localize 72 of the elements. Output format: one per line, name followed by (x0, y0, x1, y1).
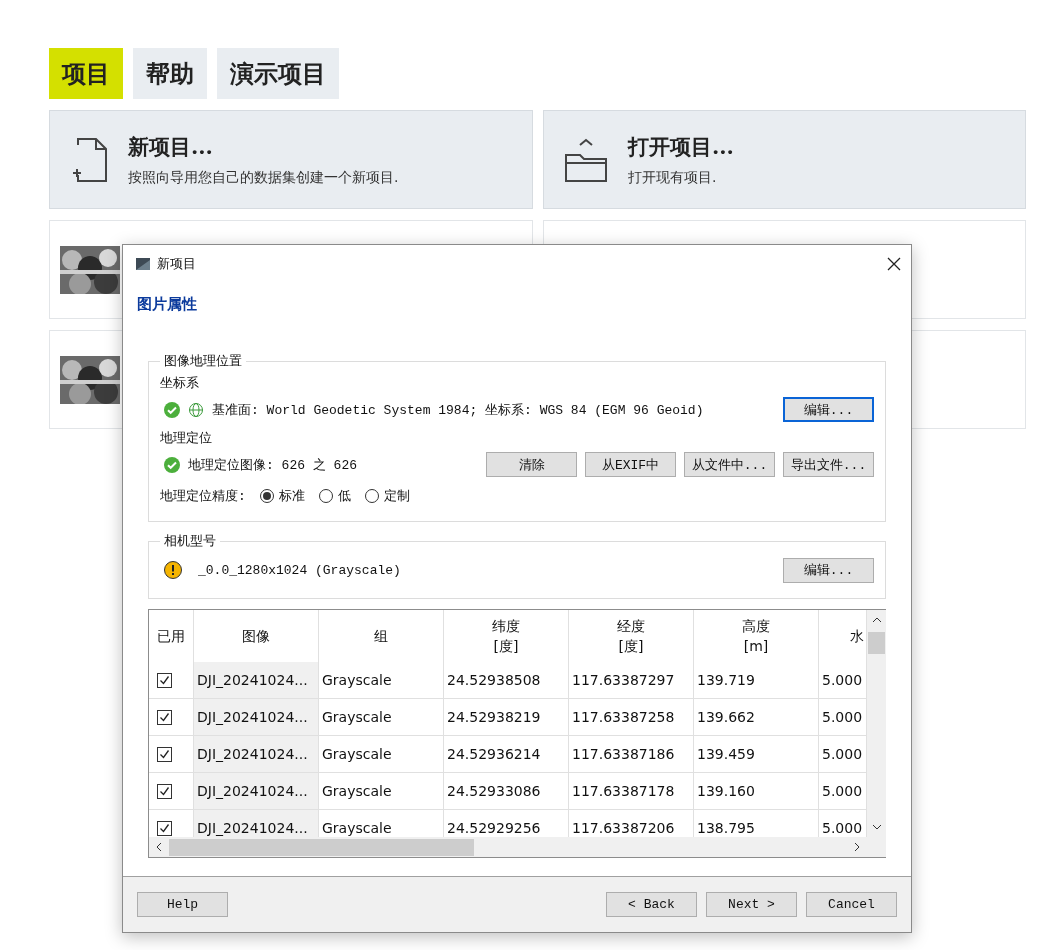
vertical-scrollbar[interactable] (867, 610, 886, 837)
geolocation-button[interactable]: 从文件中... (684, 452, 775, 477)
geolocation-button[interactable]: 从EXIF中 (585, 452, 676, 477)
menu-tab[interactable]: 帮助 (133, 48, 207, 99)
table-cell: Grayscale (319, 662, 444, 699)
action-card[interactable]: 新项目... 按照向导用您自己的数据集创建一个新项目. (49, 110, 533, 209)
group-title: 相机型号 (163, 532, 217, 550)
checkbox[interactable] (157, 746, 172, 762)
globe-icon (188, 401, 204, 418)
table-cell: 24.52938508 (444, 662, 569, 699)
coordinate-system-text: 基准面: World Geodetic System 1984; 坐标系: WGS 84 (EGM 96 Geoid) (212, 401, 704, 419)
table-cell: DJI_20241024... (194, 773, 319, 810)
table-cell: DJI_20241024... (194, 699, 319, 736)
table-cell: 24.52938219 (444, 699, 569, 736)
table-cell: 24.52933086 (444, 773, 569, 810)
action-description: 按照向导用您自己的数据集创建一个新项目. (128, 168, 399, 187)
scroll-thumb[interactable] (868, 632, 885, 654)
table-cell: 117.63387258 (569, 699, 694, 736)
table-cell: Grayscale (319, 736, 444, 773)
geolocation-button[interactable]: 导出文件... (783, 452, 874, 477)
close-icon[interactable] (887, 257, 901, 271)
table-cell: 139.459 (694, 736, 819, 773)
action-card[interactable]: 打开项目... 打开现有项目. (543, 110, 1026, 209)
section-label: 坐标系 (160, 374, 200, 392)
table-cell: Grayscale (319, 699, 444, 736)
accuracy-label: 地理定位精度: (160, 487, 246, 505)
edit-button[interactable]: 编辑... (783, 557, 874, 583)
radio-option[interactable]: 标准 (259, 486, 305, 505)
menu-tab[interactable]: 项目 (49, 48, 123, 99)
table-cell: DJI_20241024... (194, 736, 319, 773)
wizard-button[interactable]: Next > (706, 892, 797, 917)
folder-icon (564, 136, 608, 183)
action-title: 打开项目... (628, 132, 734, 161)
new-file-icon (70, 136, 108, 183)
geolocation-button[interactable]: 清除 (486, 452, 577, 477)
menu-tab[interactable]: 演示项目 (217, 48, 339, 99)
action-title: 新项目... (128, 132, 214, 161)
geolocation-text: 地理定位图像: 626 之 626 (188, 456, 357, 474)
table-cell: Grayscale (319, 773, 444, 810)
table-cell: Grayscale (319, 810, 444, 837)
checkbox[interactable] (157, 672, 172, 688)
table-cell: 117.63387178 (569, 773, 694, 810)
table-cell: 117.63387186 (569, 736, 694, 773)
wizard-button[interactable]: Cancel (806, 892, 897, 917)
table-cell: 139.662 (694, 699, 819, 736)
radio-option[interactable]: 低 (318, 486, 351, 505)
table-cell: DJI_20241024... (194, 810, 319, 837)
checkbox[interactable] (157, 820, 172, 836)
table-cell: DJI_20241024... (194, 662, 319, 699)
wizard-button[interactable]: < Back (606, 892, 697, 917)
checkbox[interactable] (157, 709, 172, 725)
radio-option[interactable]: 定制 (364, 486, 410, 505)
table-cell: 24.52936214 (444, 736, 569, 773)
table-cell: 5.000 (819, 736, 867, 773)
camera-model-text: _0.0_1280x1024 (Grayscale) (198, 562, 401, 578)
edit-button[interactable]: 编辑... (783, 397, 874, 422)
scroll-thumb[interactable] (169, 838, 474, 856)
section-label: 地理定位 (160, 429, 213, 447)
action-description: 打开现有项目. (628, 168, 718, 187)
page-heading: 图片属性 (137, 295, 197, 314)
table-cell: 5.000 (819, 662, 867, 699)
table-cell: 5.000 (819, 773, 867, 810)
window-title: 新项目 (157, 255, 197, 273)
table-cell: 117.63387297 (569, 662, 694, 699)
group-title: 图像地理位置 (163, 352, 243, 370)
help-button[interactable]: Help (137, 892, 228, 917)
table-cell: 139.160 (694, 773, 819, 810)
checkbox[interactable] (157, 783, 172, 799)
table-cell: 5.000 (819, 699, 867, 736)
app-icon (135, 256, 151, 272)
table-cell: 139.719 (694, 662, 819, 699)
horizontal-scrollbar[interactable] (149, 837, 867, 857)
